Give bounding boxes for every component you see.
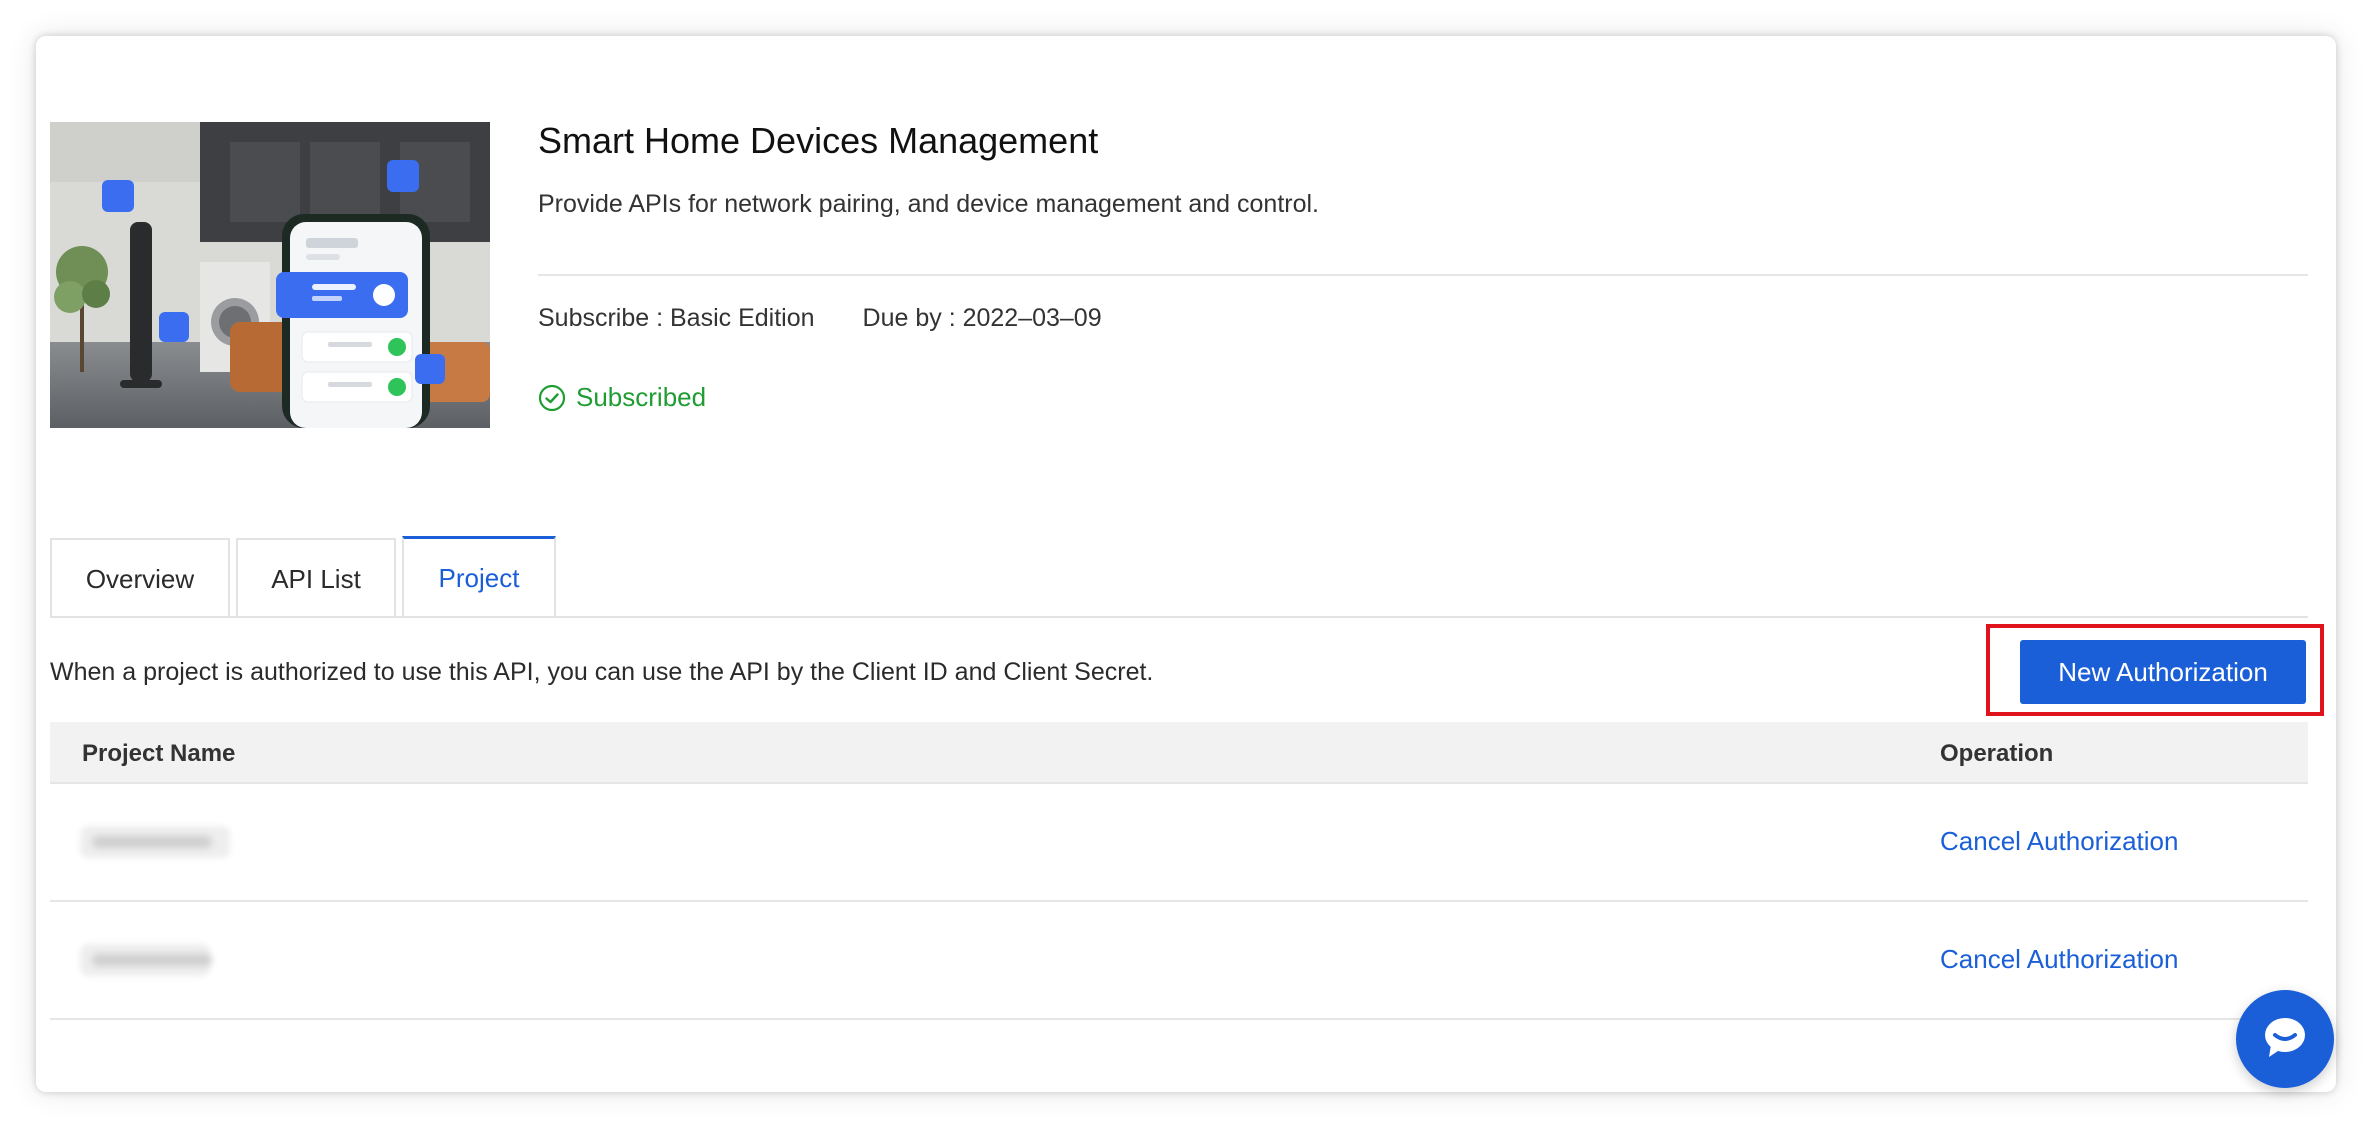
header-operation: Operation	[1940, 740, 2054, 767]
table-row: Cancel Authorization	[50, 902, 2308, 1020]
tab-bar: Overview API List Project	[50, 536, 556, 618]
header-project-name: Project Name	[82, 740, 236, 767]
project-info-text: When a project is authorized to use this…	[50, 658, 1154, 686]
tab-api-list[interactable]: API List	[236, 538, 396, 618]
chat-bubble-icon	[2259, 1013, 2311, 1066]
page: Smart Home Devices Management Provide AP…	[0, 0, 2372, 1128]
tab-divider	[50, 616, 2308, 618]
check-circle-icon	[538, 384, 566, 412]
divider	[538, 274, 2308, 276]
tab-overview[interactable]: Overview	[50, 538, 230, 618]
cancel-authorization-link[interactable]: Cancel Authorization	[1940, 944, 2178, 975]
status-text: Subscribed	[576, 382, 707, 412]
table-header: Project Name Operation	[50, 722, 2308, 784]
product-title: Smart Home Devices Management	[538, 120, 1099, 161]
table-row: Cancel Authorization	[50, 784, 2308, 902]
product-card: Smart Home Devices Management Provide AP…	[36, 36, 2336, 1092]
product-description: Provide APIs for network pairing, and de…	[538, 190, 1319, 218]
due-date: Due by : 2022–03–09	[862, 304, 1102, 332]
product-image	[50, 122, 490, 428]
chat-button[interactable]	[2236, 990, 2334, 1088]
subscription-meta: Subscribe : Basic Edition Due by : 2022–…	[538, 304, 1102, 333]
cancel-authorization-link[interactable]: Cancel Authorization	[1940, 826, 2178, 857]
subscribe-edition: Subscribe : Basic Edition	[538, 304, 815, 332]
authorization-table: Project Name Operation Cancel Authorizat…	[50, 722, 2308, 1020]
new-authorization-button[interactable]: New Authorization	[2020, 640, 2306, 704]
status-badge: Subscribed	[538, 382, 706, 413]
blurred-project-name	[80, 826, 230, 858]
blurred-project-name	[80, 944, 210, 976]
tab-project[interactable]: Project	[402, 536, 556, 618]
